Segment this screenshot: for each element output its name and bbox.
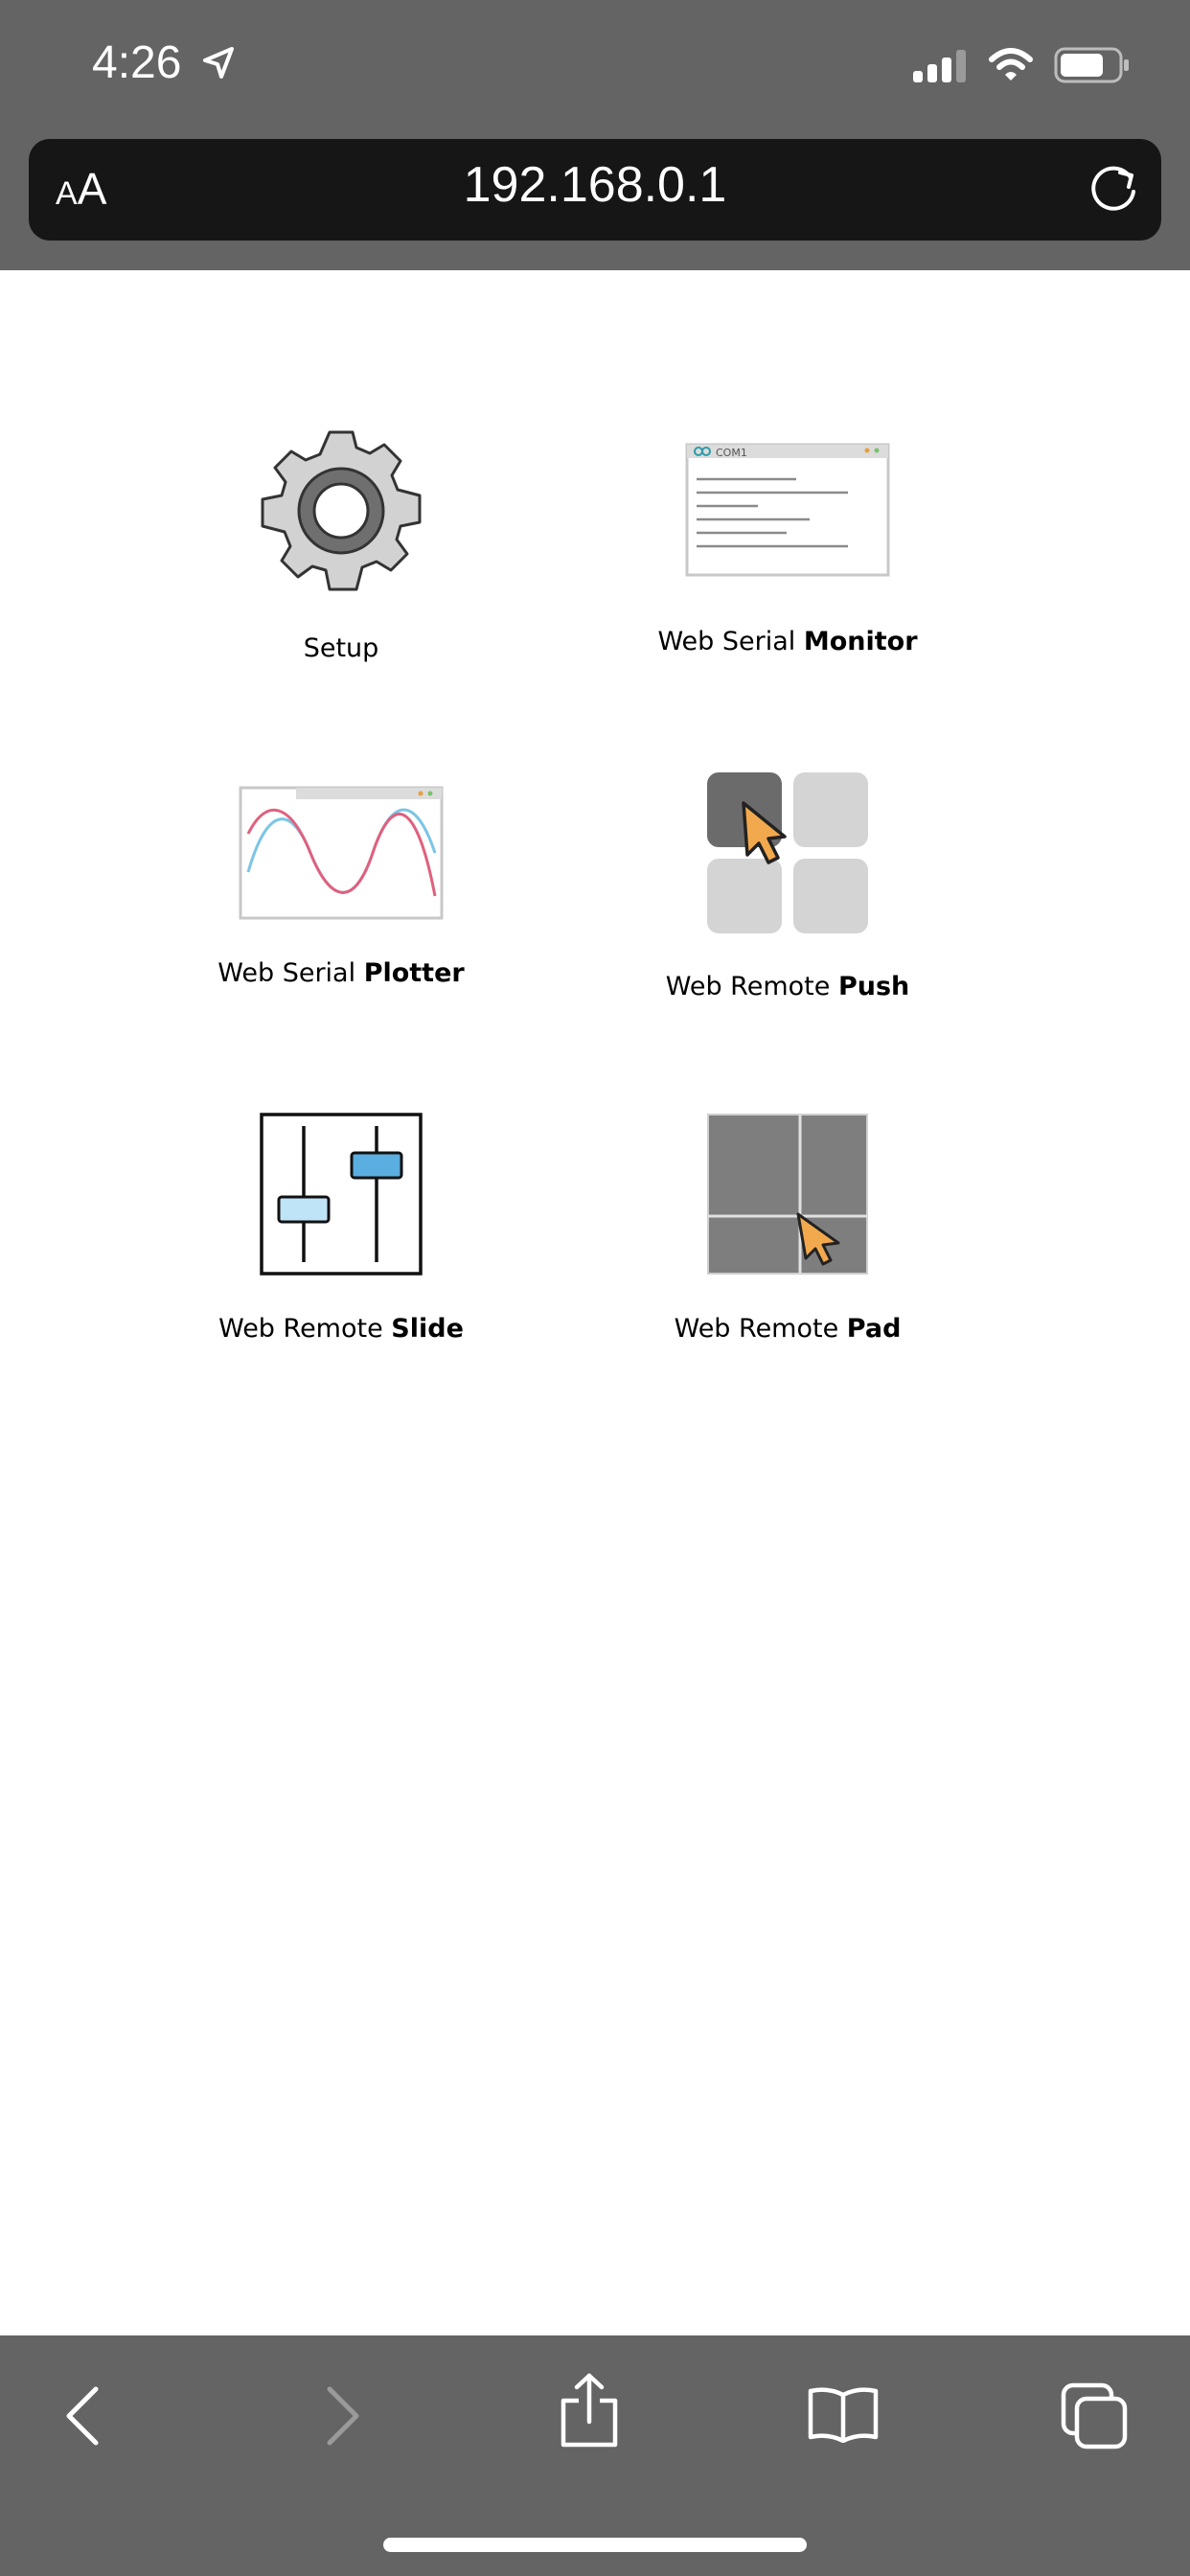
menu-item-setup[interactable]: Setup xyxy=(149,426,533,663)
cellular-signal-icon xyxy=(913,50,966,82)
tabs-icon[interactable] xyxy=(1060,2381,1129,2450)
remote-push-buttons-icon xyxy=(707,772,868,933)
battery-icon xyxy=(1054,47,1129,83)
menu-item-label: Web Serial Plotter xyxy=(217,958,465,988)
status-bar: 4:26 xyxy=(0,0,1190,129)
menu-item-label: Web Remote Slide xyxy=(218,1314,464,1344)
home-indicator[interactable] xyxy=(383,2538,807,2552)
menu-item-web-remote-push[interactable]: Web Remote Push xyxy=(596,770,979,1001)
remote-slider-icon xyxy=(260,1113,423,1276)
wifi-icon xyxy=(989,48,1033,80)
menu-item-label: Web Serial Monitor xyxy=(657,627,918,656)
serial-monitor-window-icon: COM1 xyxy=(685,443,890,577)
menu-item-web-serial-monitor[interactable]: COM1 Web Serial Monitor xyxy=(596,443,979,656)
gear-icon xyxy=(261,430,422,591)
menu-item-web-remote-slide[interactable]: Web Remote Slide xyxy=(149,1113,533,1344)
menu-item-label: Web Remote Pad xyxy=(674,1314,902,1344)
forward-icon[interactable] xyxy=(322,2385,364,2447)
back-icon[interactable] xyxy=(61,2385,103,2447)
reload-icon[interactable] xyxy=(1086,161,1143,218)
location-arrow-icon xyxy=(203,47,234,79)
menu-item-label: Setup xyxy=(303,633,379,663)
url-text[interactable]: 192.168.0.1 xyxy=(0,156,1190,214)
window-title: COM1 xyxy=(716,447,747,459)
menu-item-web-remote-pad[interactable]: Web Remote Pad xyxy=(596,1113,979,1344)
browser-top-chrome: 4:26 AA 192.168.0.1 xyxy=(0,0,1190,270)
bookmarks-icon[interactable] xyxy=(807,2385,880,2443)
remote-touchpad-icon xyxy=(707,1114,868,1275)
menu-item-web-serial-plotter[interactable]: Web Serial Plotter xyxy=(149,786,533,988)
share-icon[interactable] xyxy=(560,2372,619,2449)
menu-item-label: Web Remote Push xyxy=(665,972,910,1001)
serial-plotter-wave-icon xyxy=(239,786,444,920)
status-time: 4:26 xyxy=(92,37,182,88)
